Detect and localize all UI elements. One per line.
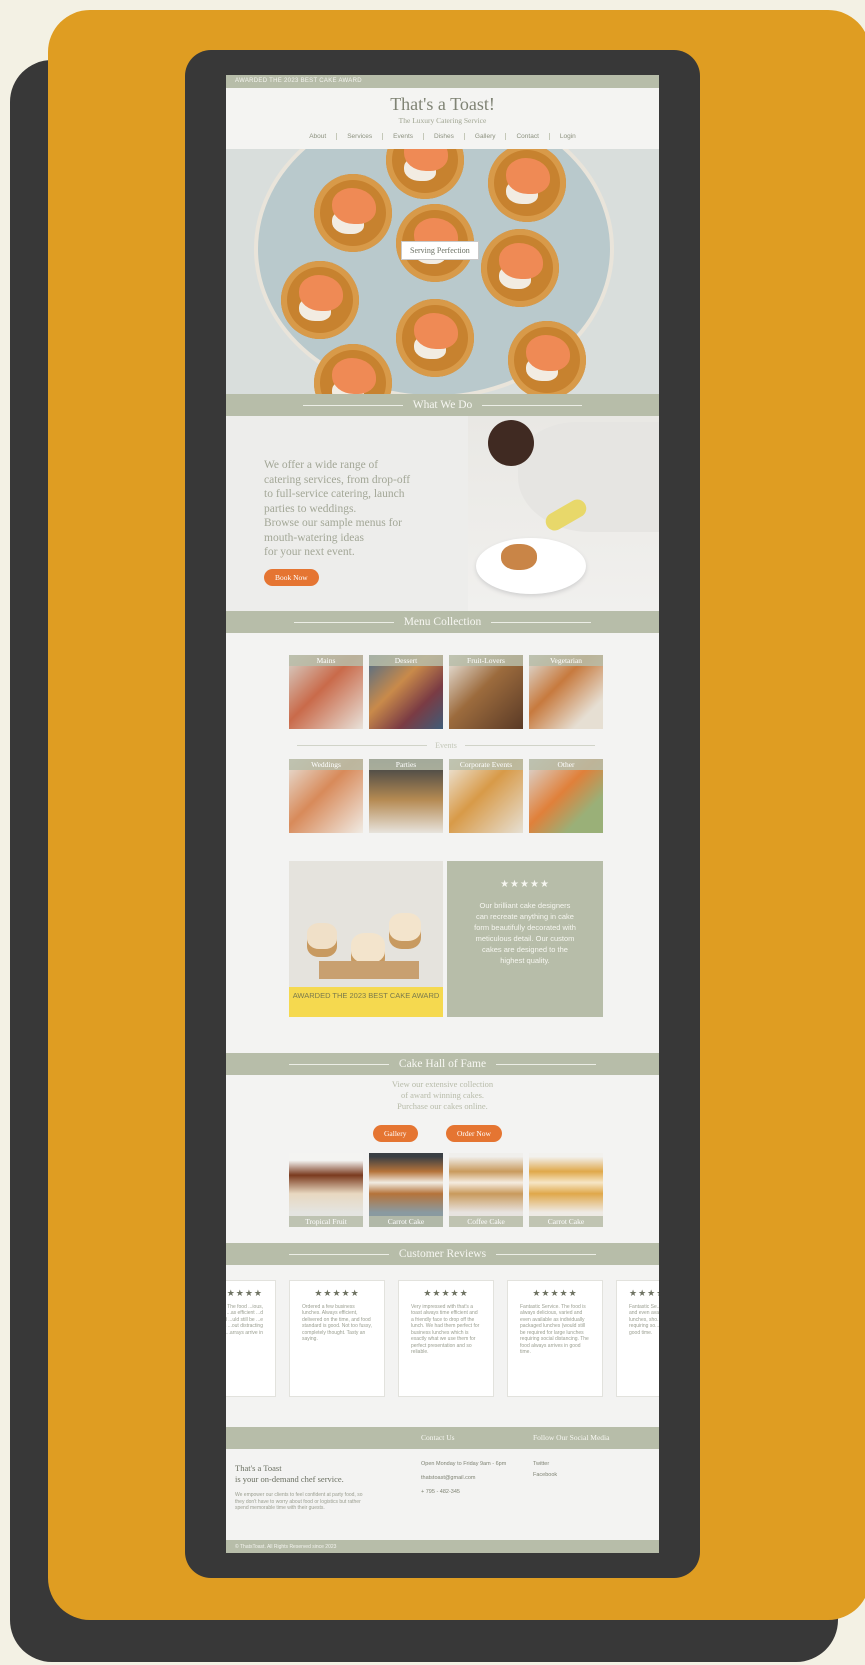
what-we-do-section: We offer a wide range of catering servic… [226,416,659,611]
footer-about: That's a Toast is your on-demand chef se… [235,1463,363,1511]
gallery-button[interactable]: Gallery [373,1125,418,1142]
cake-hall-text: View our extensive collection of award w… [391,1079,494,1111]
events-grid: Weddings Parties Corporate Events Other [289,759,603,833]
nav-contact[interactable]: Contact [505,133,548,140]
nav-dishes[interactable]: Dishes [423,133,464,140]
footer-heading-bar: Contact Us Follow Our Social Media [226,1427,659,1449]
cake-tile-coffee[interactable]: Coffee Cake [449,1153,523,1227]
footer-contact: Open Monday to Friday 9am - 6pm thatstoa… [421,1459,506,1498]
nav-events[interactable]: Events [382,133,423,140]
event-tile-other[interactable]: Other [529,759,603,833]
footer-email-link[interactable]: thatstoast@gmail.com [421,1473,506,1484]
book-now-button[interactable]: Book Now [264,569,319,586]
copyright-bar: © ThatsToast. All Rights Reserved since … [226,1540,659,1553]
customer-reviews-heading: Customer Reviews [226,1243,659,1265]
rating-stars: ★★★★★ [500,879,550,890]
review-card: ★★★★★ Ordered a few business lunches. Alw… [289,1280,385,1397]
event-tile-corporate[interactable]: Corporate Events [449,759,523,833]
salmon-toast [396,299,474,377]
salmon-toast [508,321,586,394]
award-top-bar: AWARDED THE 2023 BEST CAKE AWARD [226,75,659,88]
nav-gallery[interactable]: Gallery [463,133,506,140]
brand-title[interactable]: That's a Toast! [226,88,659,115]
award-cake-image: AWARDED THE 2023 BEST CAKE AWARD [289,861,443,1017]
menu-tile-mains[interactable]: Mains [289,655,363,729]
cake-hall-heading: Cake Hall of Fame [226,1053,659,1075]
main-nav: About Services Events Dishes Gallery Con… [226,133,659,140]
chef-image [468,416,659,611]
menu-tile-fruit-lovers[interactable]: Fruit-Lovers [449,655,523,729]
award-description: ★★★★★ Our brilliant cake designers can r… [447,861,603,1017]
cake-grid: Tropical Fruit Carrot Cake Coffee Cake C… [289,1153,603,1227]
footer-phone: + 795 - 482-345 [421,1489,460,1495]
cake-tile-carrot[interactable]: Carrot Cake [369,1153,443,1227]
site-header: That's a Toast! The Luxury Catering Serv… [226,88,659,149]
salmon-toast [481,229,559,307]
order-now-button[interactable]: Order Now [446,1125,502,1142]
footer-social: Twitter Facebook [533,1459,557,1481]
review-card: ★★★★★...ience, The food ...ious, arrived… [226,1280,276,1397]
cake-tile-carrot-2[interactable]: Carrot Cake [529,1153,603,1227]
award-banner: AWARDED THE 2023 BEST CAKE AWARD [289,987,443,1017]
contact-heading: Contact Us [421,1433,455,1442]
events-divider: Events [289,740,603,751]
brand-tagline: The Luxury Catering Service [398,116,487,125]
social-heading: Follow Our Social Media [533,1433,610,1442]
menu-collection-heading: Menu Collection [226,611,659,633]
salmon-toast [281,261,359,339]
nav-login[interactable]: Login [548,133,586,140]
cake-tile-tropical[interactable]: Tropical Fruit [289,1153,363,1227]
nav-services[interactable]: Services [336,133,382,140]
facebook-link[interactable]: Facebook [533,1470,557,1481]
event-tile-weddings[interactable]: Weddings [289,759,363,833]
salmon-toast [314,174,392,252]
review-card: ★★★★★ Fantastic Service. The food is alwa… [507,1280,603,1397]
menu-tile-vegetarian[interactable]: Vegetarian [529,655,603,729]
menu-tile-dessert[interactable]: Dessert [369,655,443,729]
what-we-do-text: We offer a wide range of catering servic… [264,459,411,558]
website-screen: AWARDED THE 2023 BEST CAKE AWARD That's … [226,75,659,1553]
review-card: ★★★★★ Very impressed with that's a toast … [398,1280,494,1397]
what-we-do-heading: What We Do [226,394,659,416]
hero-tagline: Serving Perfection [401,241,479,260]
menu-grid: Mains Dessert Fruit-Lovers Vegetarian [289,655,603,729]
event-tile-parties[interactable]: Parties [369,759,443,833]
hero-image: Serving Perfection [226,149,659,394]
twitter-link[interactable]: Twitter [533,1459,557,1470]
review-card: ★★★★★Fantastic Se... is always va... and… [616,1280,659,1397]
nav-about[interactable]: About [299,133,336,140]
